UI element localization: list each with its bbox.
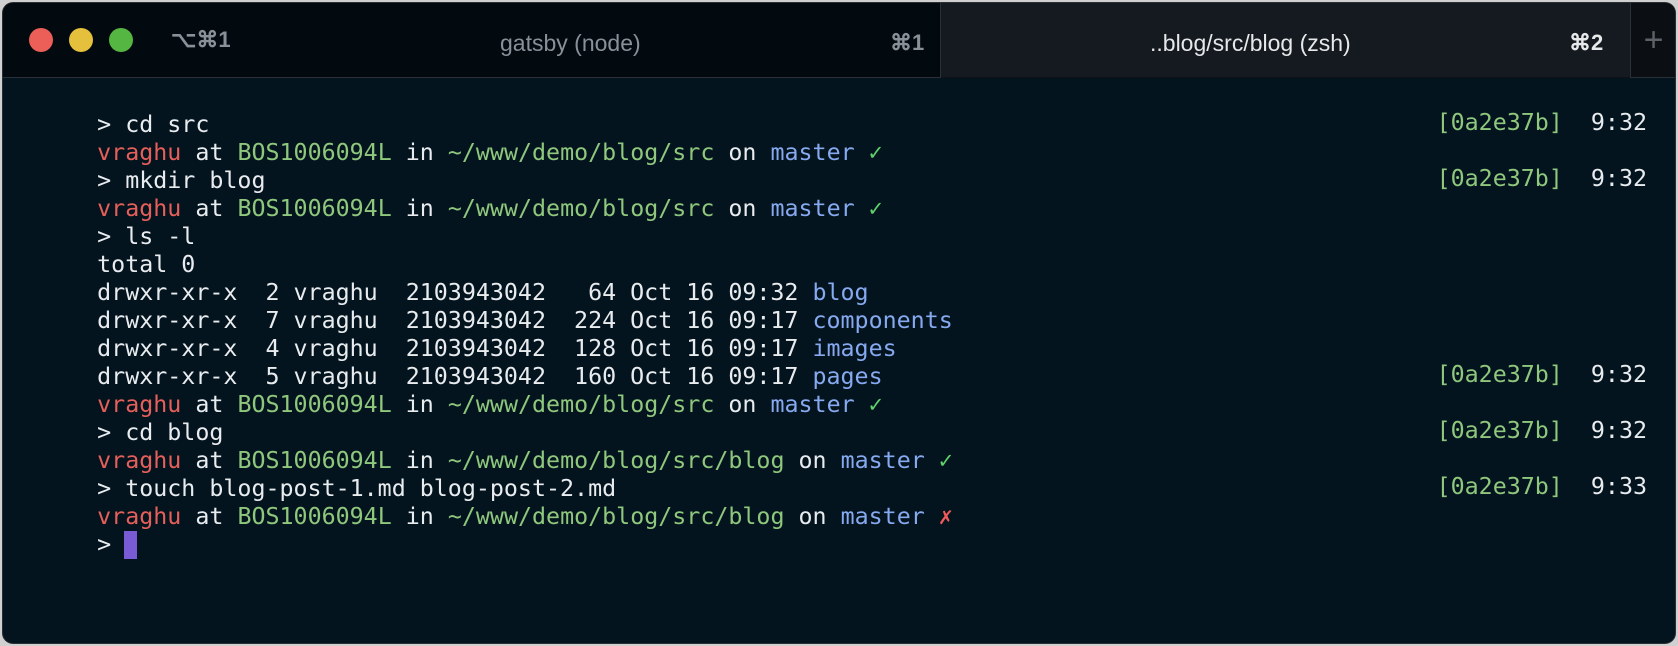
commit-hash: [0a2e37b]	[1436, 109, 1563, 136]
command-line: > touch blog-post-1.md blog-post-2.md	[97, 475, 617, 502]
ls-entry: drwxr-xr-x 2 vraghu 2103943042 64 Oct 16…	[97, 279, 869, 306]
prompt-line: vraghu at BOS1006094L in ~/www/demo/blog…	[97, 472, 1647, 530]
prompt-right: [0a2e37b] 9:32	[1437, 164, 1647, 194]
tab-bar: ⌥⌘1 gatsby (node) ⌘1 ..blog/src/blog (zs…	[3, 3, 1675, 78]
tab-gatsby[interactable]: ⌥⌘1 gatsby (node) ⌘1	[3, 3, 941, 78]
active-prompt-line[interactable]: >	[13, 500, 1675, 559]
prompt-right: [0a2e37b] 9:32	[1437, 416, 1647, 446]
prompt-time: 9:32	[1590, 361, 1647, 388]
output-line: total 0	[97, 251, 196, 278]
tab-shortcut: ⌘1	[890, 30, 925, 55]
command-line: > cd src	[97, 111, 210, 138]
commit-hash: [0a2e37b]	[1436, 473, 1563, 500]
command-line: > ls -l	[97, 223, 196, 250]
terminal-output[interactable]: > cd src vraghu at BOS1006094L in ~/www/…	[3, 80, 1675, 643]
prompt-time: 9:32	[1590, 109, 1647, 136]
prompt-right: [0a2e37b] 9:33	[1437, 472, 1647, 502]
prompt-line: vraghu at BOS1006094L in ~/www/demo/blog…	[97, 360, 1647, 418]
tab-shortcut: ⌘2	[1569, 30, 1604, 55]
prompt-right: [0a2e37b] 9:32	[1437, 360, 1647, 390]
ls-entry: drwxr-xr-x 4 vraghu 2103943042 128 Oct 1…	[97, 335, 897, 362]
prompt-line: vraghu at BOS1006094L in ~/www/demo/blog…	[97, 164, 1647, 222]
commit-hash: [0a2e37b]	[1436, 417, 1563, 444]
prompt-time: 9:32	[1590, 417, 1647, 444]
prompt-time: 9:32	[1590, 165, 1647, 192]
minimize-window-button[interactable]	[69, 28, 93, 52]
close-window-button[interactable]	[29, 28, 53, 52]
maximize-window-button[interactable]	[109, 28, 133, 52]
prompt-right: [0a2e37b] 9:32	[1437, 108, 1647, 138]
tab-title: ..blog/src/blog (zsh)	[1150, 30, 1351, 56]
ls-entry: drwxr-xr-x 5 vraghu 2103943042 160 Oct 1…	[97, 363, 883, 390]
window-shortcut-label: ⌥⌘1	[171, 27, 231, 52]
tab-zsh-active[interactable]: ..blog/src/blog (zsh) ⌘2	[941, 3, 1630, 77]
text-cursor[interactable]	[124, 530, 138, 559]
commit-hash: [0a2e37b]	[1436, 361, 1563, 388]
command-line: > mkdir blog	[97, 167, 266, 194]
ls-entry: drwxr-xr-x 7 vraghu 2103943042 224 Oct 1…	[97, 307, 953, 334]
prompt-time: 9:33	[1590, 473, 1647, 500]
tab-title: gatsby (node)	[500, 30, 641, 56]
commit-hash: [0a2e37b]	[1436, 165, 1563, 192]
prompt-line: vraghu at BOS1006094L in ~/www/demo/blog…	[97, 416, 1647, 474]
terminal-window: ⌥⌘1 gatsby (node) ⌘1 ..blog/src/blog (zs…	[3, 3, 1675, 643]
plus-icon: +	[1643, 20, 1664, 59]
new-tab-button[interactable]: +	[1630, 3, 1675, 78]
command-line: > cd blog	[97, 419, 224, 446]
prompt-line: vraghu at BOS1006094L in ~/www/demo/blog…	[97, 108, 1647, 166]
